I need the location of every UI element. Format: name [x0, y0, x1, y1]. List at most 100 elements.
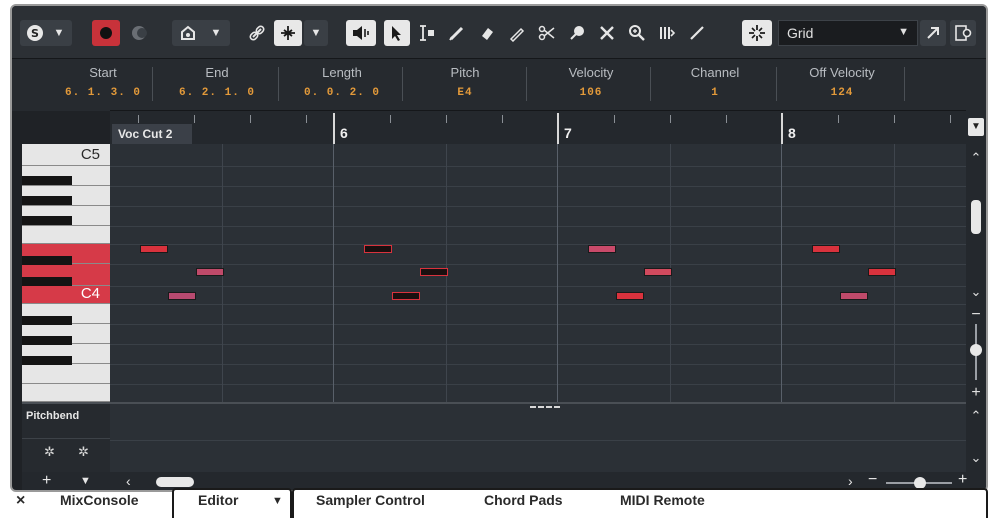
midi-note[interactable]: [616, 292, 644, 300]
ruler-tick: [726, 115, 727, 123]
zoom-in-horizontal-icon[interactable]: +: [958, 471, 967, 489]
midi-note-selected[interactable]: [392, 292, 420, 300]
ruler-bar-number: 7: [564, 125, 572, 141]
add-lane-icon[interactable]: +: [42, 472, 51, 490]
midi-note[interactable]: [644, 268, 672, 276]
zoom-in-vertical-icon[interactable]: +: [966, 384, 986, 402]
midi-note[interactable]: [588, 245, 616, 253]
tab-sampler-control[interactable]: Sampler Control: [316, 492, 425, 508]
line-icon[interactable]: [684, 20, 710, 46]
black-key[interactable]: [22, 277, 72, 286]
midi-note[interactable]: [868, 268, 896, 276]
zoom-out-horizontal-icon[interactable]: −: [868, 471, 877, 489]
midi-note[interactable]: [196, 268, 224, 276]
lane-presets-dropdown[interactable]: ▼: [80, 475, 91, 487]
midi-input-dropdown[interactable]: ▼: [204, 20, 228, 46]
grid-row-line: [110, 166, 966, 167]
white-key[interactable]: [22, 364, 110, 384]
info-end-value[interactable]: 6. 2. 1. 0: [162, 83, 272, 103]
controller-lane-header[interactable]: Pitchbend ✲ ✲: [22, 402, 110, 472]
scroll-left-icon[interactable]: ‹: [126, 473, 131, 489]
tab-midi-remote[interactable]: MIDI Remote: [620, 492, 705, 508]
scroll-down-icon[interactable]: ⌄: [966, 284, 986, 300]
scroll-right-icon[interactable]: ›: [848, 473, 853, 489]
controller-lane[interactable]: [110, 402, 966, 472]
midi-note[interactable]: [140, 245, 168, 253]
zoom-out-vertical-icon[interactable]: −: [966, 306, 986, 324]
lane-scroll-up-icon[interactable]: ⌃: [966, 408, 986, 424]
info-start: Start 6. 1. 3. 0: [48, 63, 158, 107]
ruler-tick: [390, 115, 391, 123]
black-key[interactable]: [22, 176, 72, 185]
midi-note[interactable]: [168, 292, 196, 300]
scroll-up-icon[interactable]: ⌃: [966, 150, 986, 166]
midi-note[interactable]: [812, 245, 840, 253]
info-divider: [904, 67, 905, 101]
insert-mode-dropdown[interactable]: ▼: [304, 20, 328, 46]
vertical-menu-icon[interactable]: ▼: [966, 118, 986, 136]
grid-row-line: [110, 364, 966, 365]
vertical-scroll-thumb[interactable]: [971, 200, 981, 234]
info-divider: [650, 67, 651, 101]
lane-resize-handle[interactable]: [530, 406, 560, 410]
ruler[interactable]: 6 7 8: [110, 110, 966, 145]
toolbar: S ▼ ▼ ▼ Grid ▼: [12, 6, 986, 58]
info-start-value[interactable]: 6. 1. 3. 0: [48, 83, 158, 103]
black-key[interactable]: [22, 216, 72, 225]
pointer-icon[interactable]: [384, 20, 410, 46]
insert-mode-icon[interactable]: [274, 20, 302, 46]
piano-keyboard[interactable]: C5 C4: [22, 144, 110, 402]
info-velocity-value[interactable]: 106: [536, 83, 646, 103]
info-pitch-value[interactable]: E4: [412, 83, 518, 103]
draw-icon[interactable]: [444, 20, 470, 46]
chevron-down-icon[interactable]: ▼: [272, 495, 283, 507]
tab-mixconsole[interactable]: MixConsole: [60, 492, 139, 508]
lane-title[interactable]: Pitchbend: [26, 410, 79, 422]
range-icon[interactable]: [414, 20, 440, 46]
note-display[interactable]: [110, 144, 966, 402]
midi-note[interactable]: [840, 292, 868, 300]
glue-icon[interactable]: [564, 20, 590, 46]
tab-editor[interactable]: Editor: [198, 492, 238, 508]
snap-icon[interactable]: ✲: [44, 444, 55, 460]
monitor-icon[interactable]: [126, 20, 154, 46]
black-key[interactable]: [22, 336, 72, 345]
gear-icon[interactable]: ✲: [78, 444, 89, 460]
speaker-icon[interactable]: [346, 20, 376, 46]
midi-note-selected[interactable]: [364, 245, 392, 253]
link-icon[interactable]: [244, 20, 270, 46]
lane-center-line: [110, 440, 966, 441]
white-key[interactable]: [22, 226, 110, 244]
midi-input-icon[interactable]: [174, 20, 202, 46]
horizontal-scroll-thumb[interactable]: [156, 477, 194, 487]
vertical-zoom-handle[interactable]: [970, 344, 982, 356]
chevron-down-icon: ▼: [898, 26, 909, 38]
mute-icon[interactable]: [594, 20, 620, 46]
comp-icon[interactable]: [654, 20, 680, 46]
record-button[interactable]: [92, 20, 120, 46]
erase-icon[interactable]: [474, 20, 500, 46]
snap-icon[interactable]: [742, 20, 772, 46]
black-key[interactable]: [22, 256, 72, 265]
split-icon[interactable]: [534, 20, 560, 46]
black-key[interactable]: [22, 356, 72, 365]
white-key[interactable]: [22, 384, 110, 402]
lane-scroll-down-icon[interactable]: ⌄: [966, 450, 986, 466]
pencil-icon[interactable]: [504, 20, 530, 46]
solo-icon[interactable]: S: [22, 20, 48, 46]
grid-type-select[interactable]: Grid ▼: [778, 20, 918, 46]
key-label-c5: C5: [80, 146, 100, 163]
info-length-value[interactable]: 0. 0. 2. 0: [286, 83, 398, 103]
info-channel-value[interactable]: 1: [660, 83, 770, 103]
setup-window-icon[interactable]: [950, 20, 976, 46]
open-in-window-icon[interactable]: [920, 20, 946, 46]
tab-chord-pads[interactable]: Chord Pads: [484, 492, 563, 508]
midi-note-selected[interactable]: [420, 268, 448, 276]
info-off-velocity-value[interactable]: 124: [782, 83, 902, 103]
black-key[interactable]: [22, 316, 72, 325]
black-key[interactable]: [22, 196, 72, 205]
close-icon[interactable]: ×: [16, 492, 25, 510]
part-name-tag[interactable]: Voc Cut 2: [112, 124, 192, 144]
zoom-icon[interactable]: [624, 20, 650, 46]
solo-dropdown[interactable]: ▼: [48, 20, 70, 46]
